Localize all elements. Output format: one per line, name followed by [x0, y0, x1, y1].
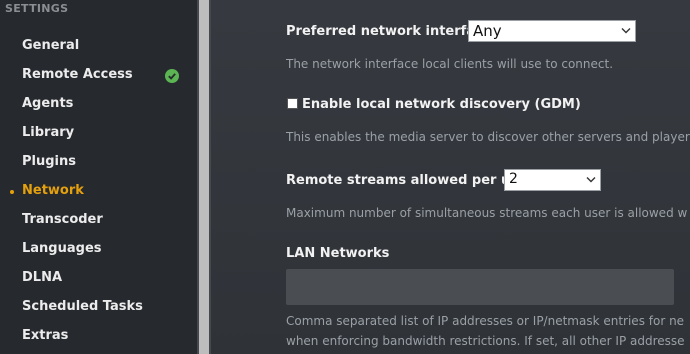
sidebar-item-label: Extras	[22, 328, 69, 343]
sidebar-item-label: Scheduled Tasks	[22, 299, 143, 314]
lan-networks-label: LAN Networks	[286, 246, 390, 261]
sidebar-item-general[interactable]: General	[0, 34, 197, 58]
network-settings-panel: Preferred network interface Any The netw…	[211, 0, 690, 354]
remote-streams-select[interactable]: 2	[504, 169, 601, 191]
local-discovery-label: Enable local network discovery (GDM)	[302, 97, 581, 112]
preferred-interface-help: The network interface local clients will…	[286, 57, 614, 71]
sidebar-item-label: General	[22, 38, 80, 53]
preferred-interface-label: Preferred network interface	[286, 24, 492, 39]
sidebar-item-label: Transcoder	[22, 212, 103, 227]
sidebar-item-label: Agents	[22, 96, 74, 111]
sidebar-item-agents[interactable]: Agents	[0, 92, 197, 116]
chevron-down-icon	[586, 177, 596, 183]
chevron-down-icon	[621, 28, 631, 34]
sidebar-item-library[interactable]: Library	[0, 121, 197, 145]
sidebar-item-label: Library	[22, 125, 75, 140]
sidebar-item-remote-access[interactable]: Remote Access	[0, 63, 197, 87]
preferred-interface-select[interactable]: Any	[468, 20, 636, 42]
remote-streams-help: Maximum number of simultaneous streams e…	[286, 206, 688, 220]
sidebar-header: SETTINGS	[5, 2, 69, 15]
sidebar-item-label: Languages	[22, 241, 102, 256]
local-discovery-checkbox[interactable]	[287, 98, 298, 109]
sidebar-item-scheduled-tasks[interactable]: Scheduled Tasks	[0, 295, 197, 319]
preferred-interface-value: Any	[473, 22, 502, 40]
sidebar-item-label: Network	[22, 183, 84, 198]
sidebar-item-dlna[interactable]: DLNA	[0, 266, 197, 290]
sidebar-item-label: Remote Access	[22, 67, 133, 82]
sidebar-scrollbar[interactable]	[197, 0, 211, 354]
remote-streams-label: Remote streams allowed per user	[286, 173, 534, 188]
lan-networks-help-line2: when enforcing bandwidth restrictions. I…	[286, 334, 685, 348]
sidebar-scrollbar-thumb[interactable]	[199, 0, 209, 354]
lan-networks-input[interactable]	[286, 269, 674, 305]
lan-networks-help-line1: Comma separated list of IP addresses or …	[286, 314, 685, 328]
check-circle-icon	[165, 69, 179, 83]
settings-sidebar: SETTINGS General Remote Access Agents Li…	[0, 0, 197, 354]
local-discovery-help: This enables the media server to discove…	[286, 130, 690, 144]
sidebar-item-network[interactable]: Network	[0, 179, 197, 203]
sidebar-item-label: DLNA	[22, 270, 63, 285]
sidebar-item-label: Plugins	[22, 154, 76, 169]
sidebar-item-plugins[interactable]: Plugins	[0, 150, 197, 174]
active-indicator-dot	[10, 190, 14, 194]
remote-streams-value: 2	[509, 171, 518, 187]
sidebar-item-languages[interactable]: Languages	[0, 237, 197, 261]
sidebar-item-transcoder[interactable]: Transcoder	[0, 208, 197, 232]
sidebar-item-extras[interactable]: Extras	[0, 324, 197, 348]
